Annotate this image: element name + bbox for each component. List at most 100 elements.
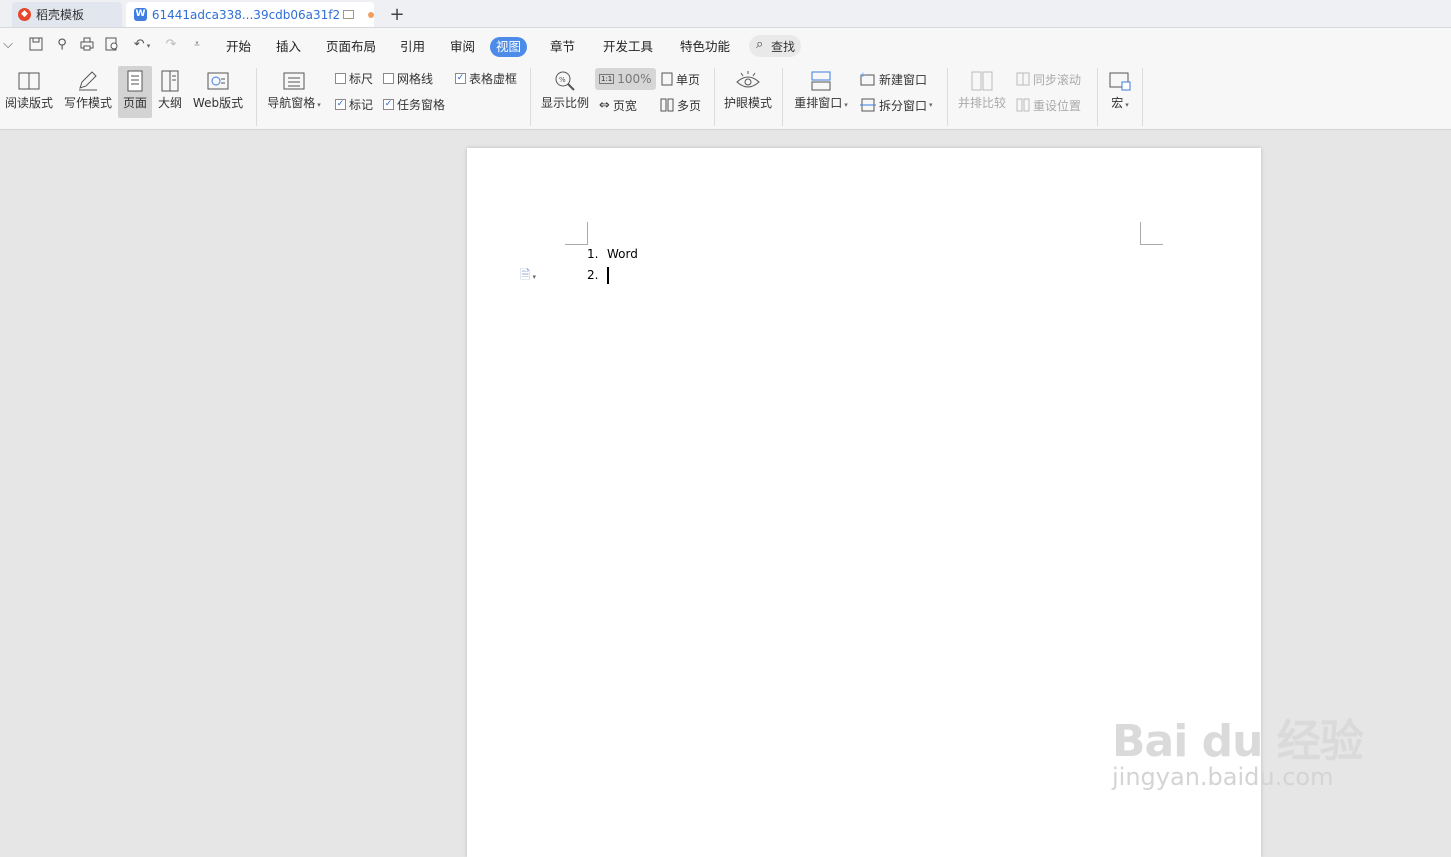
tab-label: 稻壳模板 — [36, 8, 85, 22]
marks-label: 标记 — [349, 97, 374, 112]
tab-document[interactable]: W 61441adca338...39cdb06a31f2 — [126, 2, 374, 27]
tab-daoke-templates[interactable]: ◆ 稻壳模板 — [12, 2, 122, 27]
menu-page-layout[interactable]: 页面布局 — [320, 37, 382, 57]
undo-icon[interactable]: ↶ ▾ — [129, 37, 155, 53]
new-window-button[interactable]: + 新建窗口 — [860, 70, 927, 88]
page-width-icon: ⇔ — [599, 97, 610, 113]
writing-mode-label: 写作模式 — [63, 96, 112, 110]
wps-writer-doc-icon: W — [134, 8, 147, 21]
gridlines-label: 网格线 — [397, 71, 434, 86]
page-width-button[interactable]: ⇔ 页宽 — [599, 96, 637, 114]
sync-scroll-icon — [1016, 72, 1030, 86]
arrange-windows-icon — [811, 71, 831, 91]
reset-position-label: 重设位置 — [1033, 98, 1082, 113]
reading-layout-icon — [18, 72, 40, 90]
eye-protection-mode-button[interactable]: 护眼模式 — [720, 66, 776, 118]
arrange-windows-text: 重排窗口 — [794, 96, 843, 110]
web-layout-label: Web版式 — [192, 96, 244, 110]
menu-insert[interactable]: 插入 — [270, 37, 307, 57]
chevron-down-icon[interactable]: ⌵ — [0, 37, 16, 53]
checkbox-checked-icon: ✓ — [335, 98, 346, 110]
marks-checkbox[interactable]: ✓ 标记 — [335, 96, 373, 112]
list-item-text[interactable]: Word — [607, 247, 638, 261]
ribbon-divider — [714, 68, 715, 126]
reset-position-icon — [1016, 98, 1030, 112]
search-label: 查找 — [771, 40, 796, 54]
search-button[interactable]: ⌕ 查找 — [749, 35, 801, 57]
writing-mode-button[interactable]: 写作模式 — [62, 66, 114, 118]
menu-special-features[interactable]: 特色功能 — [674, 37, 736, 57]
navigation-pane-icon — [283, 72, 305, 90]
task-pane-label: 任务窗格 — [397, 97, 446, 112]
reset-position-button[interactable]: 重设位置 — [1016, 96, 1081, 114]
macro-text: 宏 — [1111, 96, 1124, 110]
outline-label: 大纲 — [157, 96, 182, 110]
zoom-100-button[interactable]: 1:1 100% — [595, 68, 656, 90]
zoom-magnifier-icon: % — [555, 71, 575, 91]
customize-quick-access-icon[interactable]: ⩡ — [189, 37, 205, 53]
zoom-value: 100% — [617, 72, 652, 86]
outline-button[interactable]: 大纲 — [155, 66, 185, 118]
table-gridlines-checkbox[interactable]: ✓ 表格虚框 — [455, 70, 517, 86]
daoke-flame-icon: ◆ — [18, 8, 31, 21]
arrange-windows-button[interactable]: 重排窗口 ▾ — [790, 66, 852, 118]
menu-view[interactable]: 视图 — [490, 37, 528, 57]
ribbon-divider — [1097, 68, 1098, 126]
page-width-label: 页宽 — [612, 98, 637, 113]
menu-references[interactable]: 引用 — [394, 37, 431, 57]
macro-icon — [1109, 72, 1131, 91]
eye-icon — [736, 71, 760, 88]
new-window-icon: + — [860, 72, 875, 86]
print-icon[interactable] — [79, 37, 95, 53]
table-gridlines-label: 表格虚框 — [469, 71, 518, 86]
side-by-side-icon — [971, 71, 993, 91]
list-number: 2. — [587, 268, 599, 282]
search-icon: ⌕ — [756, 37, 764, 52]
web-layout-icon — [207, 72, 229, 90]
checkbox-checked-icon: ✓ — [455, 72, 466, 84]
redo-icon[interactable]: ↷ — [163, 37, 179, 53]
reading-layout-button[interactable]: 阅读版式 — [2, 66, 56, 118]
gridlines-checkbox[interactable]: 网格线 — [383, 70, 433, 86]
side-by-side-label: 并排比较 — [957, 96, 1006, 110]
new-window-label: 新建窗口 — [879, 72, 928, 87]
ribbon-divider — [947, 68, 948, 126]
multi-page-button[interactable]: 多页 — [660, 96, 701, 114]
single-page-button[interactable]: 单页 — [661, 70, 700, 88]
ruler-checkbox[interactable]: 标尺 — [335, 70, 373, 86]
side-by-side-button[interactable]: 并排比较 — [954, 66, 1010, 118]
baidu-jingyan-watermark: Bai du 经验 jingyan.baidu.com — [1112, 705, 1364, 791]
macro-label: 宏 ▾ — [1111, 96, 1129, 110]
unsaved-dot-icon — [368, 11, 374, 18]
pencil-icon — [79, 71, 97, 91]
page-view-button[interactable]: 页面 — [118, 66, 152, 118]
web-layout-button[interactable]: Web版式 — [190, 66, 246, 118]
menu-developer-tools[interactable]: 开发工具 — [597, 37, 659, 57]
ruler-label: 标尺 — [349, 71, 374, 86]
split-window-icon — [860, 98, 876, 112]
navigation-pane-text: 导航窗格 — [267, 96, 316, 110]
paragraph-layout-icon[interactable]: 🗎 ▾ — [520, 266, 536, 288]
eye-mode-label: 护眼模式 — [723, 96, 772, 110]
menu-review[interactable]: 审阅 — [444, 37, 481, 57]
menu-home[interactable]: 开始 — [220, 37, 257, 57]
menu-chapter[interactable]: 章节 — [544, 37, 581, 57]
save-icon[interactable] — [28, 37, 44, 53]
ribbon-divider — [530, 68, 531, 126]
sync-scroll-label: 同步滚动 — [1033, 72, 1082, 87]
multi-page-label: 多页 — [677, 98, 702, 113]
new-tab-button[interactable]: + — [386, 2, 408, 27]
navigation-pane-button[interactable]: 导航窗格 ▾ — [263, 66, 325, 118]
navigation-pane-label: 导航窗格 ▾ — [267, 96, 321, 110]
print-preview-icon[interactable] — [104, 37, 120, 53]
watermark-logo: Bai du 经验 — [1112, 716, 1364, 767]
macro-button[interactable]: 宏 ▾ — [1104, 66, 1136, 118]
format-painter-icon[interactable]: ⚲ — [54, 37, 70, 53]
ribbon-divider — [256, 68, 257, 126]
zoom-button[interactable]: % 显示比例 — [538, 66, 592, 118]
task-pane-checkbox[interactable]: ✓ 任务窗格 — [383, 96, 445, 112]
list-number: 1. — [587, 247, 599, 261]
svg-text:%: % — [559, 76, 566, 84]
sync-scroll-button[interactable]: 同步滚动 — [1016, 70, 1081, 88]
split-window-button[interactable]: 拆分窗口 ▾ — [860, 96, 933, 114]
